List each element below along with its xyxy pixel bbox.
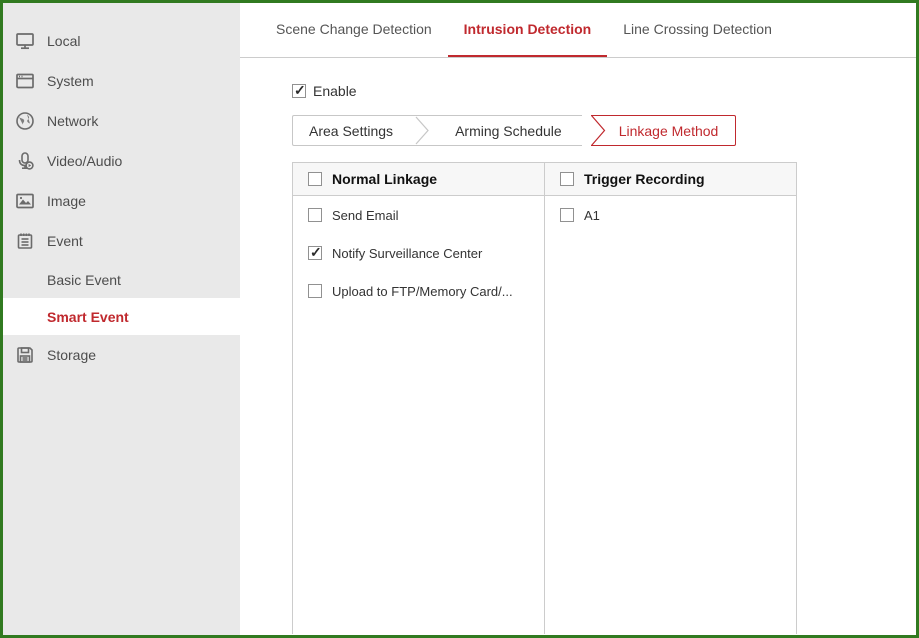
sidebar-item-label: Local	[47, 33, 80, 49]
table-row: A1	[545, 196, 796, 234]
sidebar-item-label: Storage	[47, 347, 96, 363]
step-label: Arming Schedule	[455, 123, 562, 139]
tab-label: Scene Change Detection	[276, 21, 432, 37]
sidebar-item-video-audio[interactable]: Video/Audio	[3, 141, 240, 181]
sidebar: Local System Network	[3, 3, 240, 635]
sidebar-item-label: Event	[47, 233, 83, 249]
detection-tabs: Scene Change Detection Intrusion Detecti…	[240, 3, 916, 58]
channel-a1-checkbox[interactable]	[560, 208, 574, 222]
monitor-icon	[14, 30, 36, 52]
row-label: Upload to FTP/Memory Card/...	[332, 284, 513, 299]
upload-ftp-checkbox[interactable]	[308, 284, 322, 298]
enable-checkbox[interactable]	[292, 84, 306, 98]
sidebar-item-smart-event[interactable]: Smart Event	[3, 298, 240, 335]
enable-row: Enable	[292, 83, 916, 99]
row-label: A1	[584, 208, 600, 223]
tab-label: Intrusion Detection	[464, 21, 592, 37]
step-area-settings[interactable]: Area Settings	[292, 115, 409, 146]
step-arming-schedule[interactable]: Arming Schedule	[435, 115, 582, 146]
tab-scene-change-detection[interactable]: Scene Change Detection	[260, 3, 448, 57]
normal-linkage-header: Normal Linkage	[293, 163, 544, 196]
table-row: Upload to FTP/Memory Card/...	[293, 272, 544, 310]
settings-steps: Area Settings Arming Schedule Linkage Me…	[292, 115, 916, 146]
tab-label: Line Crossing Detection	[623, 21, 772, 37]
floppy-icon	[14, 344, 36, 366]
tab-line-crossing-detection[interactable]: Line Crossing Detection	[607, 3, 788, 57]
normal-linkage-select-all-checkbox[interactable]	[308, 172, 322, 186]
trigger-recording-header: Trigger Recording	[545, 163, 796, 196]
linkage-table: Normal Linkage Send Email Notify Surveil…	[292, 162, 797, 634]
microphone-icon	[14, 150, 36, 172]
row-label: Notify Surveillance Center	[332, 246, 482, 261]
sidebar-item-storage[interactable]: Storage	[3, 335, 240, 375]
chevron-right-icon	[591, 115, 607, 146]
send-email-checkbox[interactable]	[308, 208, 322, 222]
image-icon	[14, 190, 36, 212]
sidebar-item-basic-event[interactable]: Basic Event	[3, 261, 240, 298]
sidebar-item-network[interactable]: Network	[3, 101, 240, 141]
sidebar-item-label: System	[47, 73, 94, 89]
normal-linkage-column: Normal Linkage Send Email Notify Surveil…	[293, 163, 545, 634]
step-label: Linkage Method	[619, 123, 719, 139]
trigger-recording-select-all-checkbox[interactable]	[560, 172, 574, 186]
tab-intrusion-detection[interactable]: Intrusion Detection	[448, 3, 608, 57]
column-header-label: Trigger Recording	[584, 171, 705, 187]
main-content: Scene Change Detection Intrusion Detecti…	[240, 3, 916, 635]
sidebar-item-image[interactable]: Image	[3, 181, 240, 221]
sidebar-item-label: Video/Audio	[47, 153, 122, 169]
table-row: Notify Surveillance Center	[293, 234, 544, 272]
trigger-recording-column: Trigger Recording A1	[545, 163, 796, 634]
enable-label: Enable	[313, 83, 357, 99]
sidebar-item-label: Network	[47, 113, 98, 129]
sidebar-item-label: Basic Event	[47, 272, 121, 288]
app-window: Local System Network	[0, 0, 919, 638]
step-label: Area Settings	[309, 123, 393, 139]
window-icon	[14, 70, 36, 92]
sidebar-item-label: Image	[47, 193, 86, 209]
globe-icon	[14, 110, 36, 132]
column-header-label: Normal Linkage	[332, 171, 437, 187]
row-label: Send Email	[332, 208, 398, 223]
sidebar-item-label: Smart Event	[47, 309, 129, 325]
sidebar-item-system[interactable]: System	[3, 61, 240, 101]
sidebar-item-event[interactable]: Event	[3, 221, 240, 261]
notepad-icon	[14, 230, 36, 252]
notify-surveillance-center-checkbox[interactable]	[308, 246, 322, 260]
step-linkage-method[interactable]: Linkage Method	[591, 115, 737, 146]
sidebar-item-local[interactable]: Local	[3, 21, 240, 61]
table-row: Send Email	[293, 196, 544, 234]
chevron-right-icon	[409, 115, 435, 146]
